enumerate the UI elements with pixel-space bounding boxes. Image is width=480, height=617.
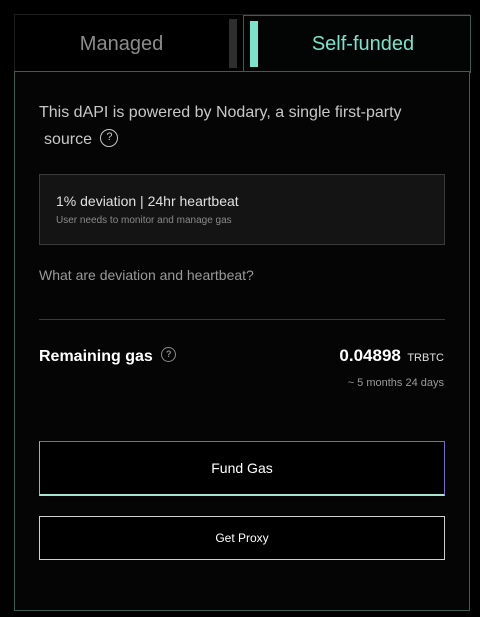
question-circle-icon[interactable]: ? xyxy=(100,128,119,147)
get-proxy-button[interactable]: Get Proxy xyxy=(39,516,445,560)
deviation-heartbeat-box: 1% deviation | 24hr heartbeat User needs… xyxy=(39,174,445,245)
gas-unit: TRBTC xyxy=(407,352,444,364)
tab-bar: Managed Self-funded xyxy=(14,14,471,73)
remaining-gas-value: 0.04898 TRBTC xyxy=(339,346,444,366)
description-line-2: source ? xyxy=(39,126,439,153)
get-proxy-label: Get Proxy xyxy=(215,531,269,545)
tab-managed[interactable]: Managed xyxy=(15,15,228,73)
deviation-heartbeat-link[interactable]: What are deviation and heartbeat? xyxy=(39,267,254,283)
description-source-text: source xyxy=(44,131,93,148)
gas-time-remaining: ~ 5 months 24 days xyxy=(347,377,444,389)
gas-amount: 0.04898 xyxy=(339,346,401,365)
selected-tab-indicator xyxy=(250,21,258,67)
tab-self-funded-label: Self-funded xyxy=(311,33,415,55)
question-circle-icon[interactable]: ? xyxy=(161,347,177,363)
fund-gas-label: Fund Gas xyxy=(211,460,273,476)
tab-self-funded[interactable]: Self-funded xyxy=(243,15,471,73)
fund-gas-button[interactable]: Fund Gas xyxy=(39,441,445,496)
remaining-gas-text: Remaining gas xyxy=(39,348,153,365)
deviation-heartbeat-subtitle: User needs to monitor and manage gas xyxy=(56,215,232,226)
divider xyxy=(39,319,445,320)
remaining-gas-label: Remaining gas ? xyxy=(39,347,177,366)
description-line-1: This dAPI is powered by Nodary, a single… xyxy=(39,104,402,121)
tab-separator xyxy=(229,19,237,68)
tab-managed-label: Managed xyxy=(79,32,164,55)
dapi-description: This dAPI is powered by Nodary, a single… xyxy=(39,99,439,153)
deviation-heartbeat-title: 1% deviation | 24hr heartbeat xyxy=(56,193,239,209)
self-funded-panel: This dAPI is powered by Nodary, a single… xyxy=(14,71,470,611)
dapi-panel-root: Managed Self-funded This dAPI is powered… xyxy=(0,0,480,617)
